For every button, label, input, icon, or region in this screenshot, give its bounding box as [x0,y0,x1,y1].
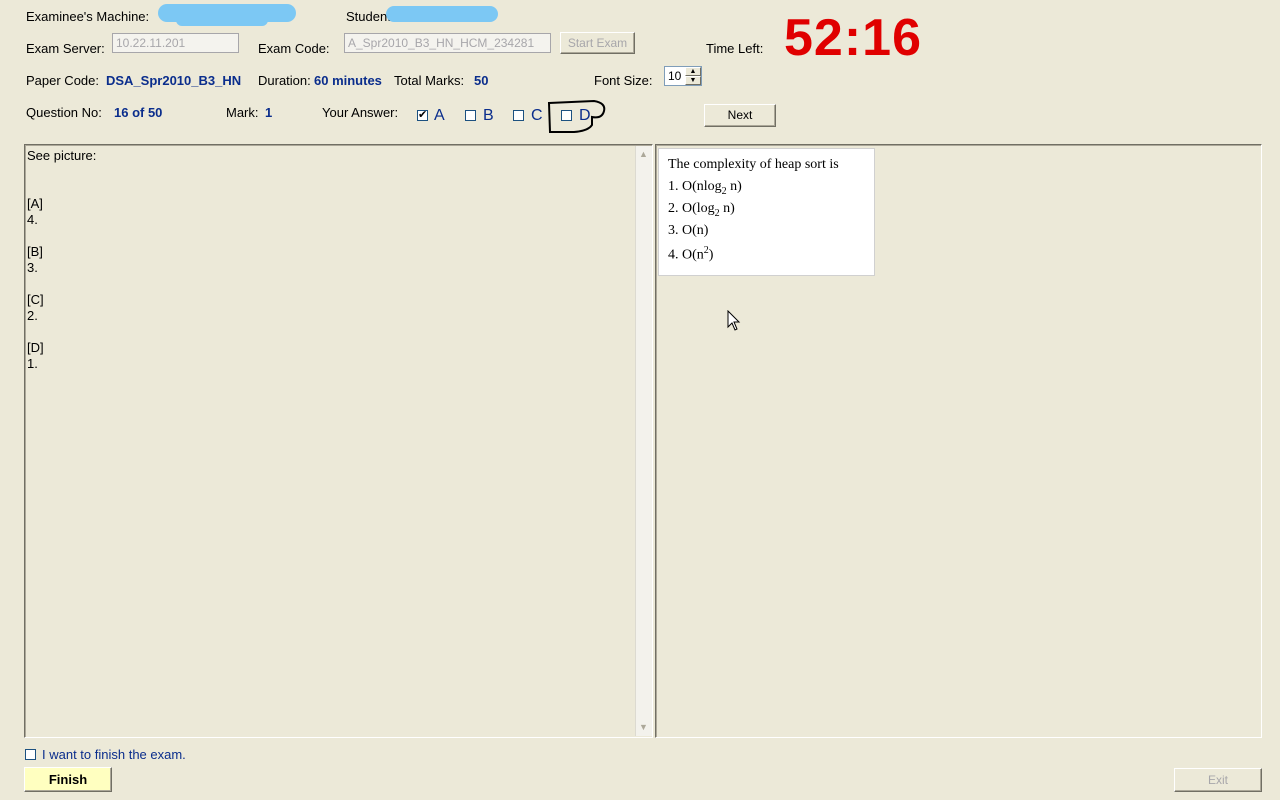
paper-code-value: DSA_Spr2010_B3_HN [106,73,242,88]
student-label: Student [346,9,391,24]
answers-panel: See picture: [A] 4. [B] 3. [C] 2. [D] 1.… [24,144,653,738]
machine-redaction-2 [176,14,268,26]
answers-scrollbar[interactable]: ▲ ▼ [635,146,652,736]
question-option-4: 4. O(n2) [668,245,714,263]
question-option-1: 1. O(nlog2 n) [668,179,742,197]
time-left-value: 52:16 [784,9,922,67]
answer-b-text: 3. [27,260,38,275]
duration-label: Duration: [258,73,311,88]
question-option-2: 2. O(log2 n) [668,201,735,219]
scroll-down-icon[interactable]: ▼ [639,722,648,732]
machine-label: Examinee's Machine: [26,9,150,24]
mark-value: 1 [265,105,273,120]
total-marks-label: Total Marks: [394,73,465,88]
answer-a-text: 4. [27,212,38,227]
answer-a-tag: [A] [27,196,43,211]
answer-d-tag: [D] [27,340,44,355]
question-option-3: 3. O(n) [668,223,709,238]
answer-d-text: 1. [27,356,38,371]
spin-down-button[interactable]: ▼ [685,76,701,85]
finish-button[interactable]: Finish [24,767,112,792]
answer-b-tag: [B] [27,244,43,259]
next-button[interactable]: Next [704,104,776,127]
hand-drawn-circle-annotation [547,99,606,133]
font-size-label: Font Size: [594,73,653,88]
exam-server-field: 10.22.11.201 [112,33,239,53]
start-exam-button[interactable]: Start Exam [560,32,635,54]
answer-c-label[interactable]: C [531,107,543,125]
student-redaction [386,6,498,22]
question-panel: The complexity of heap sort is 1. O(nlog… [655,144,1262,738]
question-no-value: 16 of 50 [114,105,163,120]
answer-c-checkbox[interactable] [513,110,524,121]
font-size-spinner[interactable]: 10 ▲ ▼ [664,66,702,86]
answer-a-checkbox[interactable] [417,108,428,121]
question-stem: The complexity of heap sort is [668,157,839,172]
spin-up-button[interactable]: ▲ [685,67,701,76]
answer-b-checkbox[interactable] [465,110,476,121]
answer-a-label[interactable]: A [434,107,445,125]
exam-code-field: A_Spr2010_B3_HN_HCM_234281 [344,33,551,53]
finish-confirm-label[interactable]: I want to finish the exam. [42,747,186,762]
question-image: The complexity of heap sort is 1. O(nlog… [658,148,875,276]
scroll-up-icon[interactable]: ▲ [639,149,648,159]
answer-b-label[interactable]: B [483,107,494,125]
mark-label: Mark: [226,105,259,120]
time-left-label: Time Left: [706,41,764,56]
font-size-value: 10 [668,69,682,83]
exam-code-label: Exam Code: [258,41,330,56]
paper-code-label: Paper Code: [26,73,99,88]
answers-intro: See picture: [27,148,97,163]
answer-c-text: 2. [27,308,38,323]
total-marks-value: 50 [474,73,489,88]
duration-value: 60 minutes [314,73,382,88]
question-no-label: Question No: [26,105,102,120]
your-answer-label: Your Answer: [322,105,399,120]
exit-button[interactable]: Exit [1174,768,1262,792]
finish-confirm-checkbox[interactable] [25,749,36,760]
answer-c-tag: [C] [27,292,44,307]
mouse-cursor-icon [727,310,741,331]
exam-server-label: Exam Server: [26,41,105,56]
